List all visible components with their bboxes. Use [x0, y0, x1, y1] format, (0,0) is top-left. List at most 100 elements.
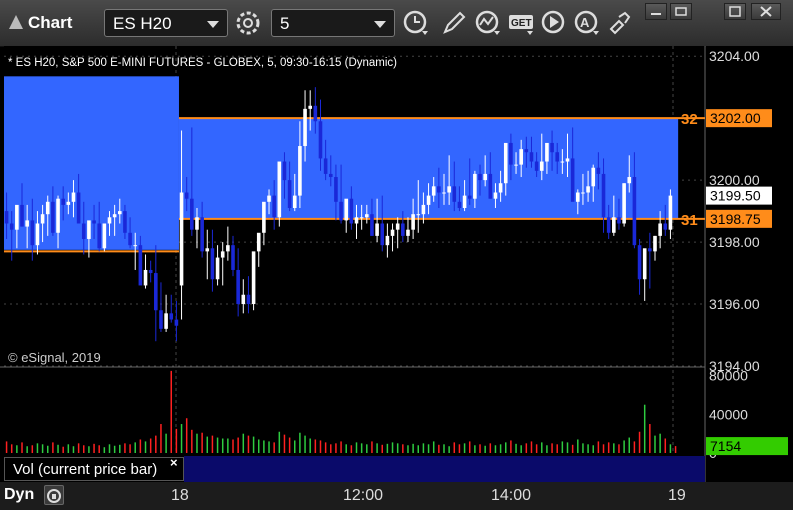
lock-icon[interactable]: [44, 485, 64, 505]
symbol-dropdown[interactable]: ES H20: [104, 9, 228, 37]
candle-body: [431, 186, 436, 196]
candle-body: [236, 269, 240, 305]
candle-body: [632, 177, 637, 246]
candle-body: [174, 319, 179, 326]
svg-text:A: A: [580, 15, 590, 30]
candle-body: [71, 192, 76, 202]
app-title: Chart: [28, 13, 73, 32]
get-icon[interactable]: GET: [507, 9, 537, 37]
alert-icon[interactable]: A: [573, 9, 601, 37]
candle-body: [586, 186, 590, 193]
candle-body: [550, 142, 554, 153]
minimize-button[interactable]: [645, 3, 667, 20]
maximize-button[interactable]: [724, 3, 746, 20]
price-tag: 3199.50: [706, 186, 772, 205]
candle-body: [282, 161, 287, 181]
candle-body: [45, 201, 50, 215]
close-button[interactable]: [751, 3, 781, 20]
candle-body: [138, 245, 143, 286]
candle-body: [231, 245, 235, 270]
candle-body: [195, 217, 199, 230]
candle-body: [179, 192, 184, 286]
candle-body: [591, 167, 596, 187]
candle-body: [380, 223, 385, 246]
candle-body: [596, 167, 601, 174]
candle-body: [365, 214, 369, 218]
candle-body: [575, 192, 580, 202]
candle-body: [524, 149, 529, 153]
candle-body: [292, 195, 297, 208]
candle-body: [287, 180, 292, 208]
candle-body: [627, 177, 632, 184]
candle-body: [509, 142, 513, 165]
play-icon[interactable]: [540, 9, 568, 37]
candle-body: [519, 149, 523, 165]
candle-body: [467, 195, 472, 199]
level-tag: 32: [681, 111, 698, 128]
price-tag: 3198.75: [706, 209, 772, 228]
candle-body: [349, 198, 354, 224]
candle-body: [298, 146, 302, 196]
candle-body: [154, 273, 158, 311]
link-icon[interactable]: [605, 9, 633, 37]
x-tick-label: 18: [171, 487, 189, 504]
indicator-icon[interactable]: [474, 9, 502, 37]
candle-body: [570, 158, 575, 202]
interval-dropdown[interactable]: 5: [271, 9, 395, 37]
candle-body: [66, 201, 71, 205]
copyright-label: © eSignal, 2019: [8, 350, 101, 365]
candle-body: [648, 248, 652, 252]
candle-body: [256, 232, 261, 252]
dynamic-mode-label[interactable]: Dyn: [4, 486, 34, 504]
candle-body: [498, 183, 503, 193]
candle-body: [452, 186, 457, 202]
candle-body: [344, 198, 349, 221]
candle-body: [385, 235, 390, 246]
candle-body: [642, 248, 647, 280]
candle-body: [457, 201, 462, 208]
price-chart[interactable]: 3204.003200.003198.003196.003194.003202.…: [0, 46, 793, 482]
candle-body: [534, 161, 539, 171]
settings-icon[interactable]: [234, 9, 262, 37]
title-bar: Chart ES H20 5 GET A: [0, 0, 793, 47]
restore-button[interactable]: [670, 3, 692, 20]
level-zone: [4, 76, 179, 250]
price-tag-text: 3198.75: [710, 211, 761, 227]
close-icon[interactable]: ×: [170, 455, 178, 470]
candle-body: [354, 217, 359, 224]
candle-body: [493, 192, 498, 199]
candle-body: [20, 204, 24, 227]
candle-body: [653, 235, 657, 252]
x-tick-label: 14:00: [491, 487, 532, 504]
candle-body: [442, 192, 446, 194]
candle-body: [15, 204, 19, 230]
candle-body: [658, 223, 662, 236]
candle-body: [246, 294, 251, 305]
candle-body: [359, 217, 364, 219]
clock-icon[interactable]: [402, 9, 430, 37]
candle: [277, 161, 282, 227]
candle-body: [637, 245, 642, 280]
candle-body: [133, 245, 138, 247]
x-tick-label: 19: [668, 487, 686, 504]
candle-body: [159, 310, 163, 329]
candle-body: [40, 214, 45, 224]
level-tag: 31: [681, 212, 698, 229]
pencil-icon[interactable]: [440, 9, 468, 37]
candle-body: [25, 220, 29, 227]
interval-value: 5: [280, 14, 290, 33]
volume-current-label: 7154: [710, 438, 741, 454]
candle-body: [262, 201, 266, 233]
candle-body: [164, 313, 168, 329]
volume-tick-label: 40000: [709, 406, 748, 422]
candle-body: [169, 313, 174, 320]
candle-body: [478, 173, 482, 181]
candle-body: [87, 220, 91, 239]
volume-strip: [184, 456, 705, 482]
y-tick-label: 3196.00: [709, 296, 760, 312]
candle-body: [406, 229, 410, 236]
candle-body: [416, 214, 421, 216]
chevron-down-icon: [374, 21, 386, 28]
candle-body: [503, 142, 508, 184]
candle-body: [555, 152, 560, 162]
